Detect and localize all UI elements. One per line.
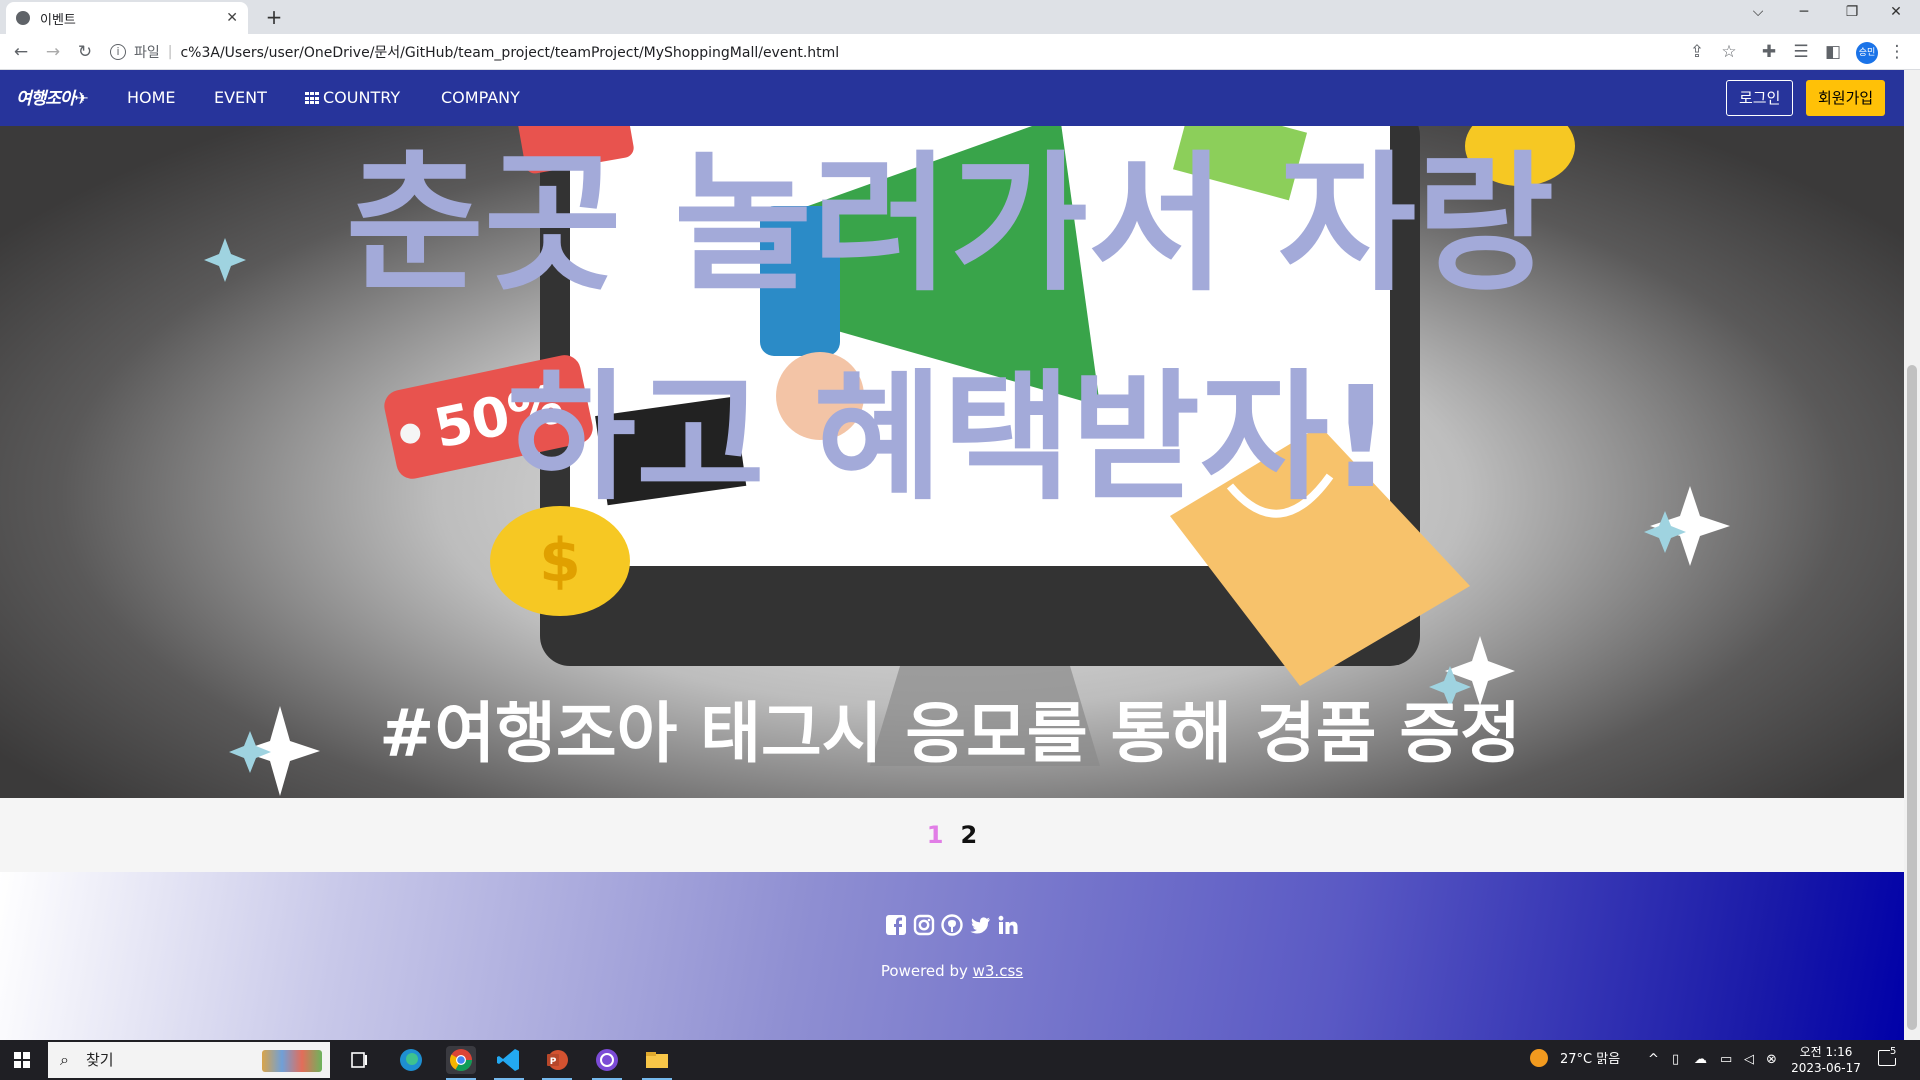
page-1-link[interactable]: 1	[927, 798, 944, 872]
tray-app-icon[interactable]: ▯	[1672, 1040, 1679, 1080]
search-highlight-icon	[262, 1050, 322, 1072]
address-url[interactable]: c%3A/Users/user/OneDrive/문서/GitHub/team_…	[180, 42, 839, 62]
forward-icon[interactable]: →	[42, 42, 64, 62]
nav-home[interactable]: HOME	[127, 88, 176, 107]
taskbar: ⌕ 찾기 P 27°C 맑음 ^ ▯ ☁ ▭ ◁ ⊗ 오전 1:16 2023-…	[0, 1040, 1920, 1080]
login-button[interactable]: 로그인	[1726, 80, 1794, 116]
notification-count: 5	[1890, 1046, 1897, 1058]
menu-icon[interactable]: ⋮	[1886, 42, 1908, 62]
tab-title: 이벤트	[40, 12, 76, 28]
linkedin-icon[interactable]	[997, 914, 1019, 936]
extensions-icon[interactable]: ✚	[1758, 42, 1780, 62]
profile-avatar[interactable]: 승민	[1856, 42, 1878, 64]
site-footer: Powered by w3.css	[0, 872, 1904, 1040]
info-icon[interactable]: i	[110, 44, 126, 60]
new-tab-button[interactable]: +	[262, 5, 286, 29]
powered-by: Powered by w3.css	[0, 962, 1904, 980]
notification-icon[interactable]: 5	[1878, 1040, 1897, 1080]
browser-toolbar: ← → ↻ i 파일 | c%3A/Users/user/OneDrive/문서…	[0, 34, 1920, 70]
clock-date: 2023-06-17	[1791, 1061, 1861, 1075]
powered-prefix: Powered by	[880, 962, 973, 980]
taskbar-search-placeholder: 찾기	[86, 1051, 114, 1069]
page-2-link[interactable]: 2	[961, 798, 978, 872]
side-panel-icon[interactable]: ◧	[1822, 42, 1844, 62]
windows-start-icon[interactable]	[14, 1052, 30, 1068]
pagination: 1 2	[0, 798, 1904, 872]
reload-icon[interactable]: ↻	[74, 42, 96, 62]
minimize-button[interactable]: ─	[1784, 4, 1824, 20]
weather-text[interactable]: 27°C 맑음	[1560, 1040, 1620, 1080]
globe-icon	[16, 11, 30, 25]
banner-headline-line2: 하고 혜택받자!	[507, 357, 1392, 520]
coin-symbol: $	[539, 526, 581, 596]
facebook-icon[interactable]	[885, 914, 907, 936]
share-icon[interactable]: ⇪	[1686, 42, 1708, 62]
signup-button[interactable]: 회원가입	[1806, 80, 1886, 116]
volume-icon[interactable]: ◁	[1744, 1040, 1754, 1080]
grid-icon	[305, 92, 319, 104]
close-tab-icon[interactable]: ✕	[226, 10, 238, 26]
site-navbar: 여행조아✈ HOME EVENT COUNTRY COMPANY 로그인 회원가…	[0, 70, 1904, 126]
vscode-icon[interactable]	[494, 1046, 524, 1080]
svg-text:P: P	[550, 1057, 557, 1067]
tab-search-icon[interactable]: ⌵	[1738, 4, 1778, 20]
page-viewport: 여행조아✈ HOME EVENT COUNTRY COMPANY 로그인 회원가…	[0, 70, 1904, 1040]
event-banner[interactable]: 50% $ 춘곳 놀러가서 자랑 하고 혜택받자! #여행조아 태그시 응모를 …	[0, 126, 1904, 798]
banner-subline: #여행조아 태그시 응모를 통해 경품 증정	[379, 695, 1521, 772]
github-icon[interactable]	[941, 914, 963, 936]
search-icon: ⌕	[60, 1050, 69, 1069]
back-icon[interactable]: ←	[10, 42, 32, 62]
social-links	[0, 914, 1904, 936]
instagram-icon[interactable]	[913, 914, 935, 936]
taskbar-search[interactable]: ⌕ 찾기	[48, 1042, 330, 1078]
address-bar[interactable]: i 파일 | c%3A/Users/user/OneDrive/문서/GitHu…	[110, 38, 1730, 66]
address-scheme: 파일	[134, 45, 160, 61]
weather-icon[interactable]	[1530, 1040, 1548, 1080]
tab-event[interactable]: 이벤트 ✕	[6, 2, 248, 34]
nav-country[interactable]: COUNTRY	[305, 88, 400, 107]
powerpoint-icon[interactable]: P	[542, 1046, 572, 1080]
nav-company[interactable]: COMPANY	[441, 88, 520, 107]
taskbar-clock[interactable]: 오전 1:16 2023-06-17	[1788, 1044, 1864, 1076]
onedrive-icon[interactable]: ☁	[1694, 1040, 1707, 1080]
network-icon[interactable]: ▭	[1720, 1040, 1732, 1080]
reading-list-icon[interactable]: ☰	[1790, 42, 1812, 62]
tray-chevron-icon[interactable]: ^	[1648, 1040, 1659, 1080]
address-separator: |	[167, 44, 173, 60]
banner-illustration: 50% $ 춘곳 놀러가서 자랑 하고 혜택받자! #여행조아 태그시 응모를 …	[204, 126, 1730, 796]
scrollbar-thumb[interactable]	[1907, 365, 1917, 1030]
bookmark-star-icon[interactable]: ☆	[1718, 42, 1740, 62]
close-window-button[interactable]: ✕	[1876, 4, 1916, 20]
chrome-icon[interactable]	[446, 1046, 476, 1080]
status-icon[interactable]: ⊗	[1766, 1040, 1777, 1080]
task-view-icon[interactable]	[344, 1046, 374, 1074]
clock-time: 오전 1:16	[1799, 1045, 1853, 1059]
restore-button[interactable]: ❐	[1832, 4, 1872, 20]
file-explorer-icon[interactable]	[642, 1046, 672, 1080]
nav-event[interactable]: EVENT	[214, 88, 267, 107]
page-scrollbar[interactable]	[1904, 70, 1920, 1040]
sparkle-icon	[204, 238, 246, 282]
edge-icon[interactable]	[396, 1046, 426, 1074]
sparkle-icon	[229, 731, 271, 773]
twitter-icon[interactable]	[969, 914, 991, 936]
github-desktop-icon[interactable]	[592, 1046, 622, 1080]
nav-country-label: COUNTRY	[323, 88, 401, 107]
site-logo[interactable]: 여행조아✈	[16, 84, 89, 109]
w3css-link[interactable]: w3.css	[973, 962, 1023, 980]
banner-headline-line1: 춘곳 놀러가서 자랑	[346, 138, 1554, 312]
browser-tabstrip: 이벤트 ✕ + ⌵ ─ ❐ ✕	[0, 0, 1920, 34]
